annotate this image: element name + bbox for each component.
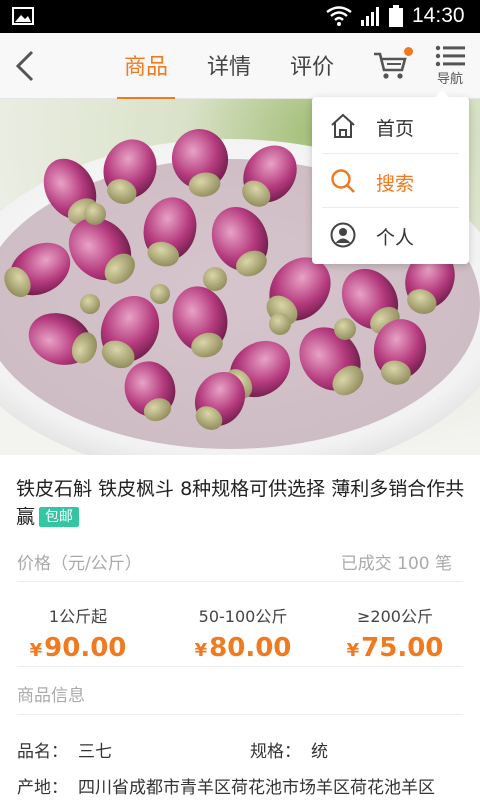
currency-symbol: ¥ [346, 640, 360, 661]
tier-price-value: 80.00 [209, 633, 292, 663]
menu-item-profile-label: 个人 [376, 227, 415, 249]
product-name-row: 品名： 三七 [17, 737, 112, 762]
user-icon [330, 222, 356, 248]
menu-item-home-label: 首页 [376, 118, 415, 140]
product-info-heading: 商品信息 [17, 686, 85, 706]
nav-label: 导航 [436, 72, 463, 87]
tab-detail[interactable]: 详情 [206, 49, 252, 99]
divider [17, 666, 463, 667]
tab-goods[interactable]: 商品 [117, 49, 175, 100]
signal-icon [361, 7, 379, 26]
product-origin-key: 产地： [17, 778, 68, 798]
price-tier: 1公斤起 ¥90.00 [3, 603, 153, 663]
menu-item-home[interactable]: 首页 [312, 99, 469, 153]
divider [17, 714, 463, 715]
sold-count: 已成交 100 笔 [340, 554, 452, 574]
back-arrow-icon[interactable] [12, 49, 40, 83]
cart-badge-dot [404, 47, 413, 56]
menu-item-search-label: 搜索 [376, 173, 415, 195]
menu-item-profile[interactable]: 个人 [312, 208, 469, 262]
product-spec-key: 规格： [250, 742, 301, 762]
product-name-value: 三七 [78, 742, 112, 762]
product-spec-value: 统 [311, 742, 328, 762]
product-origin-value: 四川省成都市青羊区荷花池市场羊区荷花池羊区 [78, 778, 435, 798]
menu-item-search[interactable]: 搜索 [312, 154, 469, 208]
divider [17, 581, 463, 582]
tier-price: ¥90.00 [3, 633, 153, 663]
product-origin-row: 产地： 四川省成都市青羊区荷花池市场羊区荷花池羊区 [17, 773, 435, 798]
tier-price-value: 75.00 [361, 633, 444, 663]
product-spec-row: 规格： 统 [250, 737, 328, 762]
status-bar: 14:30 [0, 0, 480, 33]
tier-range: 1公斤起 [48, 607, 108, 626]
product-title-text: 铁皮石斛 铁皮枫斗 8种规格可供选择 薄利多销合作共赢 [16, 478, 465, 528]
product-name-key: 品名： [17, 742, 68, 762]
image-notification-icon [12, 7, 34, 25]
tier-price-value: 90.00 [44, 633, 127, 663]
free-shipping-badge: 包邮 [39, 507, 80, 527]
menu-icon [435, 45, 465, 67]
battery-icon [389, 5, 403, 27]
cart-icon[interactable] [372, 50, 410, 82]
nav-dropdown-menu: 首页 搜索 个人 [312, 90, 469, 264]
wifi-icon [326, 6, 352, 26]
price-unit-label: 价格（元/公斤） [17, 554, 142, 574]
tier-range: 50-100公斤 [198, 607, 288, 626]
tier-price: ¥80.00 [168, 633, 318, 663]
product-title: 铁皮石斛 铁皮枫斗 8种规格可供选择 薄利多销合作共赢 包邮 [16, 475, 468, 531]
status-time: 14:30 [412, 4, 465, 27]
tab-review[interactable]: 评价 [289, 49, 335, 99]
nav-menu-button[interactable]: 导航 [430, 45, 470, 91]
tier-range: ≥200公斤 [357, 607, 433, 626]
home-icon [331, 113, 355, 138]
currency-symbol: ¥ [29, 640, 43, 661]
price-tier: ≥200公斤 ¥75.00 [320, 603, 470, 663]
price-tier: 50-100公斤 ¥80.00 [168, 603, 318, 663]
currency-symbol: ¥ [194, 640, 208, 661]
search-icon [331, 169, 355, 193]
top-nav-bar: 商品 详情 评价 导航 [0, 33, 480, 100]
tier-price: ¥75.00 [320, 633, 470, 663]
